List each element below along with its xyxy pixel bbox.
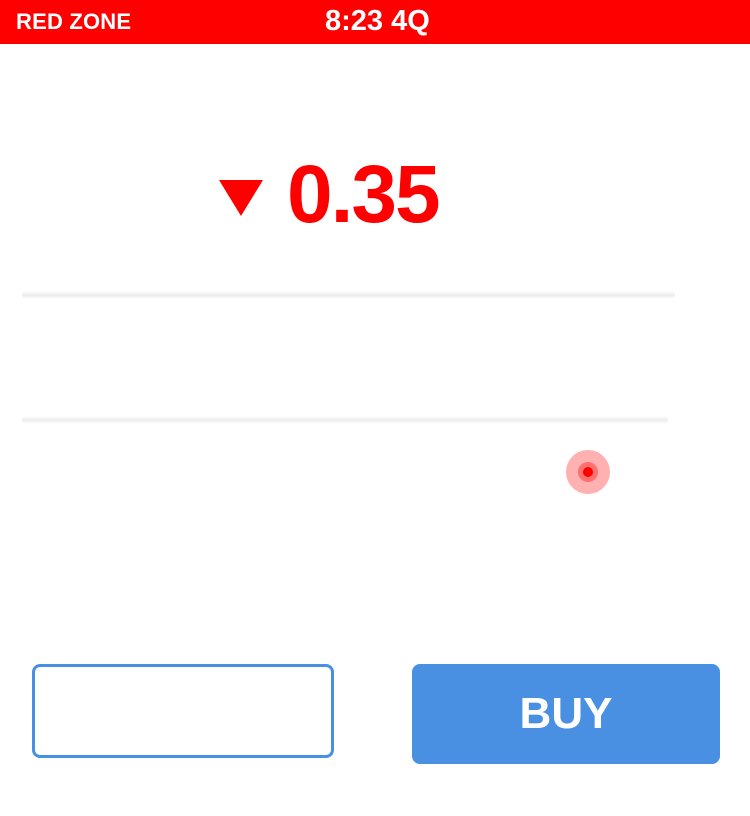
triangle-down-icon bbox=[219, 180, 263, 216]
status-bar: RED ZONE 8:23 4Q bbox=[0, 0, 750, 44]
touch-dot bbox=[583, 467, 593, 477]
price-value: 0.35 bbox=[287, 149, 441, 240]
divider bbox=[22, 291, 675, 299]
game-clock: 8:23 4Q bbox=[325, 5, 430, 37]
zone-label: RED ZONE bbox=[16, 9, 132, 34]
touch-point-icon bbox=[566, 450, 610, 494]
price-change: 0.35 bbox=[219, 149, 441, 240]
buy-button[interactable]: BUY bbox=[412, 664, 720, 764]
app-screen: RED ZONE 8:23 4Q 0.35 BUY bbox=[0, 0, 750, 816]
divider bbox=[22, 416, 668, 424]
secondary-button[interactable] bbox=[32, 664, 334, 758]
